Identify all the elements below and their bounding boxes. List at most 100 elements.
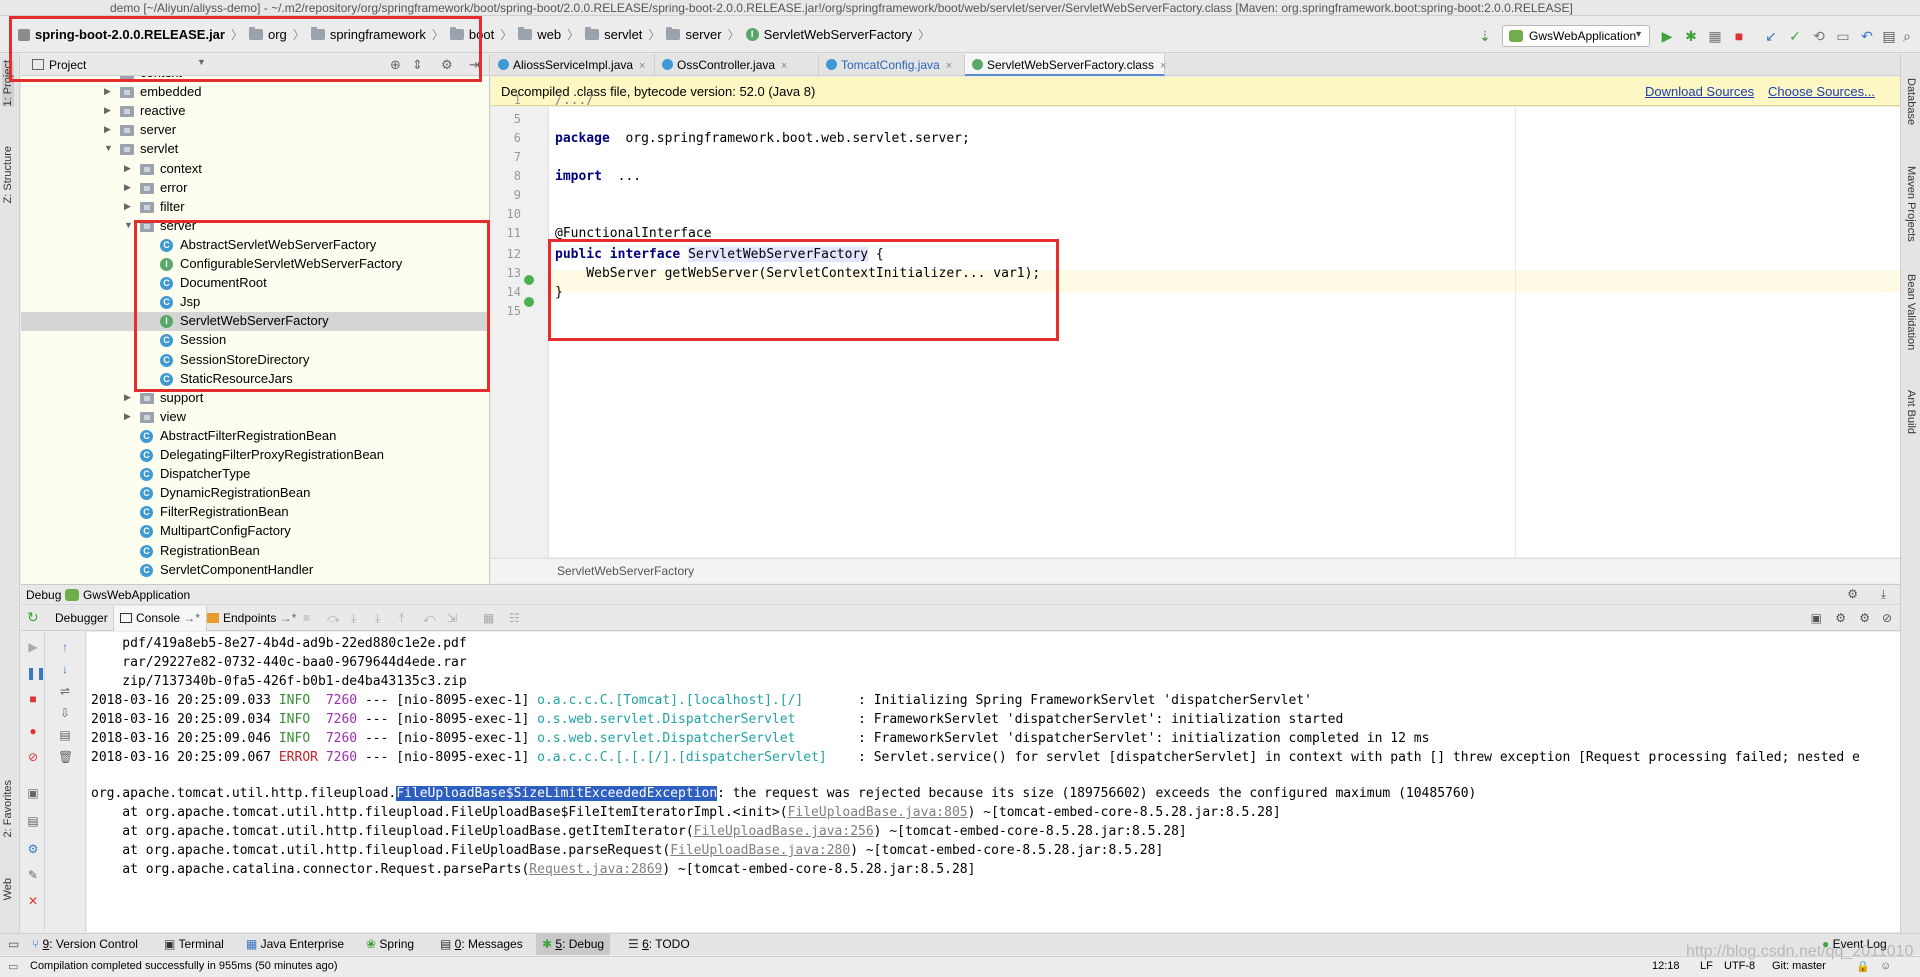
tab-endpoints[interactable]: Endpoints →* bbox=[201, 606, 302, 631]
tree-item-support[interactable]: ▶ support bbox=[21, 389, 490, 408]
vcs-commit-icon[interactable]: ✓ bbox=[1786, 27, 1804, 45]
step-over-icon[interactable]: ⤼ bbox=[321, 606, 346, 631]
coverage-icon[interactable]: ▦ bbox=[1706, 27, 1724, 45]
restore-layout-icon[interactable]: ⚙ bbox=[1829, 606, 1852, 631]
tree-item-reactive[interactable]: ▶ reactive bbox=[21, 102, 490, 121]
scroll-from-source-icon[interactable]: ⊕ bbox=[390, 57, 401, 73]
implemented-by-icon[interactable] bbox=[524, 297, 534, 307]
source-link[interactable]: Request.java:2869 bbox=[529, 862, 662, 877]
tab-tomcat-config[interactable]: TomcatConfig.java × bbox=[819, 54, 965, 76]
lock-icon[interactable]: 🔒 bbox=[1856, 960, 1870, 973]
drop-frame-icon[interactable]: ⤺ bbox=[417, 606, 442, 631]
step-into-icon[interactable]: ⤓ bbox=[345, 606, 362, 631]
crumb-class[interactable]: I ServletWebServerFactory bbox=[745, 27, 912, 42]
force-step-into-icon[interactable]: ⤓ bbox=[369, 606, 386, 631]
tree-item-abstract-filter-registration-bean[interactable]: C AbstractFilterRegistrationBean bbox=[21, 427, 490, 446]
crumb-server[interactable]: server bbox=[666, 27, 722, 42]
settings-icon[interactable]: ⚙ bbox=[1853, 606, 1876, 631]
tree-item-static-resource-jars[interactable]: C StaticResourceJars bbox=[21, 370, 490, 389]
console-output[interactable]: pdf/419a8eb5-8e27-4b4d-ad9b-22ed880c1e2e… bbox=[87, 632, 1900, 932]
tree-item-servlet-web-server-factory[interactable]: I ServletWebServerFactory bbox=[21, 312, 490, 332]
close-icon[interactable]: × bbox=[781, 60, 787, 72]
chevron-right-icon[interactable]: ▶ bbox=[124, 201, 131, 212]
tree-item-context[interactable]: ▶ context bbox=[21, 160, 490, 179]
crumb-web[interactable]: web bbox=[518, 27, 561, 42]
vcs-compare-icon[interactable]: ▭ bbox=[1834, 27, 1852, 45]
tool-spring[interactable]: ❀ Spring bbox=[366, 937, 414, 951]
down-arrow-icon[interactable]: ↓ bbox=[58, 662, 72, 676]
close-icon[interactable]: × bbox=[639, 60, 645, 72]
show-execution-point-icon[interactable]: ≡ bbox=[297, 606, 316, 631]
chevron-right-icon[interactable]: ▶ bbox=[104, 76, 111, 78]
crumb-springframework[interactable]: springframework bbox=[310, 27, 426, 42]
chevron-right-icon[interactable]: ▶ bbox=[124, 182, 131, 193]
settings-icon[interactable]: ⚙ bbox=[26, 842, 40, 856]
choose-sources-link[interactable]: Choose Sources... bbox=[1768, 84, 1875, 99]
stop-icon[interactable]: ■ bbox=[26, 692, 40, 706]
run-icon[interactable]: ▶ bbox=[1658, 27, 1676, 45]
revert-icon[interactable]: ↶ bbox=[1858, 27, 1876, 45]
tree-item-view[interactable]: ▶ view bbox=[21, 408, 490, 427]
get-thread-dump-icon[interactable]: ▣ bbox=[26, 786, 40, 800]
tree-item-document-root[interactable]: C DocumentRoot bbox=[21, 274, 490, 293]
hide-panel-icon[interactable]: ⇥ bbox=[469, 57, 480, 73]
chevron-down-icon[interactable]: ▼ bbox=[104, 143, 113, 153]
tool-todo[interactable]: ☰ 6: TODO bbox=[628, 937, 690, 951]
tool-tab-maven[interactable]: Maven Projects bbox=[1905, 166, 1917, 242]
tab-alioss-service-impl[interactable]: AliossServiceImpl.java × bbox=[491, 54, 655, 76]
code-editor[interactable]: 1 5 6 7 8 9 10 11 12 13 14 15 /.../package org.spri… bbox=[491, 93, 1900, 557]
step-out-icon[interactable]: ⤒ bbox=[393, 606, 410, 631]
tool-messages[interactable]: ▤ 0: Messages bbox=[440, 937, 523, 951]
run-config-select[interactable]: GwsWebApplication ▼ bbox=[1502, 25, 1650, 47]
chevron-right-icon[interactable]: ▶ bbox=[124, 163, 131, 174]
tree-item-embedded[interactable]: ▶ embedded bbox=[21, 83, 490, 102]
close-icon[interactable]: ✕ bbox=[26, 894, 40, 908]
chevron-right-icon[interactable]: ▶ bbox=[124, 392, 131, 403]
evaluate-icon[interactable]: ▦ bbox=[477, 606, 500, 631]
search-icon[interactable]: ⌕ bbox=[1898, 27, 1916, 45]
debug-icon[interactable]: ✱ bbox=[1682, 27, 1700, 45]
resume-icon[interactable]: ▶ bbox=[26, 640, 40, 654]
restore-layout-icon[interactable]: ▤ bbox=[26, 814, 40, 828]
tool-version-control[interactable]: ⑂ 9: Version Control bbox=[32, 937, 138, 951]
tree-item-registration-bean[interactable]: C RegistrationBean bbox=[21, 542, 490, 561]
tab-servlet-web-server-factory[interactable]: ServletWebServerFactory.class × bbox=[965, 54, 1166, 76]
tool-debug[interactable]: ✱ 5: Debug bbox=[536, 934, 611, 955]
project-view-select[interactable]: Project bbox=[49, 58, 86, 72]
layout-icon[interactable]: ▣ bbox=[1805, 606, 1828, 631]
file-encoding[interactable]: UTF-8 bbox=[1724, 960, 1755, 972]
scroll-to-end-icon[interactable]: ⇩ bbox=[58, 706, 72, 720]
git-branch[interactable]: Git: master bbox=[1772, 960, 1826, 972]
tree-item-filter-registration-bean[interactable]: C FilterRegistrationBean bbox=[21, 503, 490, 522]
source-link[interactable]: FileUploadBase.java:805 bbox=[788, 805, 968, 820]
crumb-jar[interactable]: spring-boot-2.0.0.RELEASE.jar bbox=[18, 27, 225, 42]
tool-tab-project[interactable]: 1: Project bbox=[2, 60, 14, 107]
soft-wrap-icon[interactable]: ⇌ bbox=[58, 684, 72, 698]
tree-item-error[interactable]: ▶ error bbox=[21, 179, 490, 198]
tool-java-enterprise[interactable]: ▦ Java Enterprise bbox=[246, 937, 344, 951]
line-separator[interactable]: LF bbox=[1700, 960, 1713, 972]
mute-breakpoints-icon[interactable]: ⊘ bbox=[26, 750, 40, 764]
debug-config-tab[interactable]: GwsWebApplication bbox=[83, 588, 190, 602]
editor-breadcrumb[interactable]: ServletWebServerFactory bbox=[557, 564, 694, 578]
tool-tab-favorites[interactable]: 2: Favorites bbox=[2, 780, 14, 837]
gear-icon[interactable]: ⚙ bbox=[441, 57, 453, 73]
tool-tab-bean-validation[interactable]: Bean Validation bbox=[1905, 274, 1917, 350]
tool-window-toggle-icon[interactable]: ▭ bbox=[8, 937, 19, 951]
tree-item-configurable-servlet-web-server-factory[interactable]: I ConfigurableServletWebServerFactory bbox=[21, 255, 490, 274]
tab-debugger[interactable]: Debugger bbox=[49, 606, 114, 631]
chevron-down-icon[interactable]: ▼ bbox=[197, 57, 206, 67]
tree-item-session[interactable]: C Session bbox=[21, 331, 490, 350]
tree-item-abstract-servlet-web-server-factory[interactable]: C AbstractServletWebServerFactory bbox=[21, 236, 490, 255]
download-sources-link[interactable]: Download Sources bbox=[1645, 84, 1754, 99]
close-icon[interactable]: × bbox=[1160, 60, 1166, 72]
collapse-all-icon[interactable]: ⇕ bbox=[412, 57, 423, 73]
chevron-right-icon[interactable]: ▶ bbox=[104, 105, 111, 116]
run-to-cursor-icon[interactable]: ⇲ bbox=[441, 606, 463, 631]
chevron-right-icon[interactable]: ▶ bbox=[124, 411, 131, 422]
view-breakpoints-icon[interactable]: ● bbox=[26, 724, 40, 738]
tree-item-multipart-config-factory[interactable]: C MultipartConfigFactory bbox=[21, 522, 490, 541]
source-link[interactable]: FileUploadBase.java:256 bbox=[694, 824, 874, 839]
trace-icon[interactable]: ☷ bbox=[503, 606, 526, 631]
tool-tab-database[interactable]: Database bbox=[1905, 78, 1917, 125]
